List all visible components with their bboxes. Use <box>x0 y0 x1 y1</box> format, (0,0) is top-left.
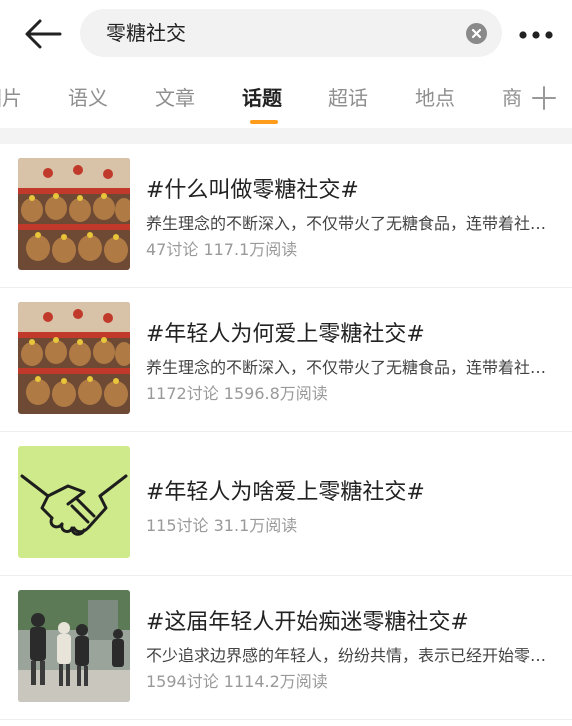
clear-icon[interactable] <box>466 23 487 44</box>
add-tab-icon[interactable] <box>522 72 572 122</box>
section-divider <box>0 128 572 144</box>
topic-stats: 1594讨论 1114.2万阅读 <box>146 672 328 691</box>
group-photo-thumbnail <box>18 590 130 702</box>
back-arrow-icon[interactable] <box>20 14 64 54</box>
topic-stats: 47讨论 117.1万阅读 <box>146 240 298 259</box>
topic-title: #年轻人为啥爱上零糖社交# <box>146 480 425 505</box>
search-input[interactable]: 零糖社交 <box>80 9 502 57</box>
topic-title: #年轻人为何爱上零糖社交# <box>146 322 425 347</box>
topic-description: 养生理念的不断深入，不仅带火了无糖食品，连带着社交方式也开始无糖 <box>146 214 556 233</box>
tab-bar: 图片 语义 文章 话题 超话 地点 商品 <box>0 72 572 124</box>
tab-places[interactable]: 地点 <box>415 72 455 124</box>
handshake-thumbnail <box>18 446 130 558</box>
tab-semantic[interactable]: 语义 <box>68 72 108 124</box>
topic-description: 不少追求边界感的年轻人，纷纷共情，表示已经开始零糖社交 <box>146 646 556 665</box>
tab-images[interactable]: 图片 <box>0 72 22 124</box>
topic-result-row[interactable]: #这届年轻人开始痴迷零糖社交# 不少追求边界感的年轻人，纷纷共情，表示已经开始零… <box>0 576 572 720</box>
search-query-text: 零糖社交 <box>106 21 186 45</box>
topic-stats: 115讨论 31.1万阅读 <box>146 516 298 535</box>
tab-topics[interactable]: 话题 <box>242 72 282 124</box>
active-tab-indicator <box>250 120 278 124</box>
topic-result-row[interactable]: #年轻人为啥爱上零糖社交# 115讨论 31.1万阅读 <box>0 432 572 576</box>
topic-result-row[interactable]: #年轻人为何爱上零糖社交# 养生理念的不断深入，不仅带火了无糖食品，连带着社交方… <box>0 288 572 432</box>
topic-title: #这届年轻人开始痴迷零糖社交# <box>146 610 469 635</box>
more-options-icon[interactable] <box>516 26 556 39</box>
search-header: 零糖社交 <box>0 0 572 66</box>
capybara-plush-thumbnail <box>18 158 130 270</box>
topic-result-row[interactable]: #什么叫做零糖社交# 养生理念的不断深入，不仅带火了无糖食品，连带着社交方式也开… <box>0 144 572 288</box>
topic-description: 养生理念的不断深入，不仅带火了无糖食品，连带着社交方式也开始无糖 <box>146 358 556 377</box>
capybara-plush-thumbnail <box>18 302 130 414</box>
topic-stats: 1172讨论 1596.8万阅读 <box>146 384 328 403</box>
topic-title: #什么叫做零糖社交# <box>146 178 359 203</box>
tab-articles[interactable]: 文章 <box>155 72 195 124</box>
tab-super-topics[interactable]: 超话 <box>328 72 368 124</box>
